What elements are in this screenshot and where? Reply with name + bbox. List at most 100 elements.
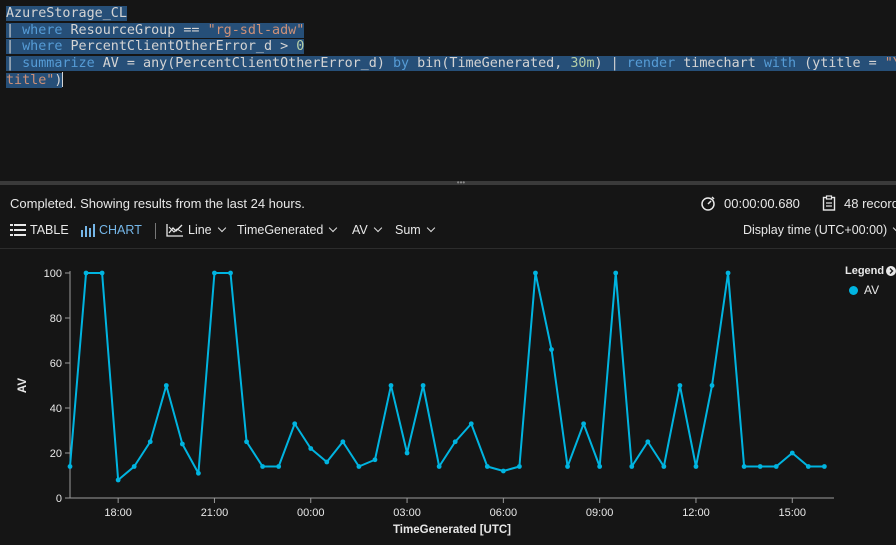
data-point[interactable] [228,270,233,276]
data-point[interactable] [677,383,683,388]
splitter-grip-icon[interactable]: ••• [454,179,468,187]
series-line-av[interactable] [69,272,825,481]
chart-type-dropdown[interactable]: Line [166,223,226,237]
x-axis-dropdown[interactable]: TimeGenerated [237,223,338,237]
data-point[interactable] [597,464,603,469]
data-point[interactable] [404,450,410,456]
code-selection: title") [6,72,63,88]
chart-tab-label: CHART [99,223,142,237]
y-tick-label: 0 [56,493,62,505]
pane-splitter[interactable]: ••• [0,179,896,187]
data-point[interactable] [212,270,217,276]
bar-chart-icon [81,223,95,237]
code-token: where [22,22,63,38]
data-point[interactable] [645,439,651,445]
code-token: bin(TimeGenerated, [409,55,571,71]
code-line[interactable]: | where ResourceGroup == "rg-sdl-adw" [6,22,896,40]
code-token: "Y new [884,55,896,71]
data-point[interactable] [773,464,779,469]
x-tick-label: 15:00 [779,507,807,519]
data-point[interactable] [549,347,554,352]
data-point[interactable] [468,421,474,427]
data-point[interactable] [99,270,105,276]
data-point[interactable] [789,450,795,456]
data-point[interactable] [757,464,763,469]
chart-type-label: Line [188,223,212,237]
code-token: | [6,39,23,55]
chart-tab[interactable]: CHART [81,223,142,237]
data-point[interactable] [484,464,490,469]
timechart[interactable]: 0 20 40 60 80 100 18:00 21:00 00:00 03:00 06:00 09:… [0,249,896,545]
data-point[interactable] [276,464,282,469]
legend-series-marker [849,285,858,295]
data-point[interactable] [147,439,153,445]
data-point[interactable] [324,459,330,465]
code-line[interactable]: AzureStorage_CL [6,6,896,23]
data-point[interactable] [821,464,827,469]
data-point[interactable] [725,270,731,276]
data-point[interactable] [741,464,747,469]
data-point[interactable] [517,464,522,469]
data-point[interactable] [629,464,635,469]
code-line[interactable]: title") [6,72,896,89]
data-point[interactable] [581,421,587,427]
code-selection: | summarize AV = any(PercentClientOtherE… [6,55,896,71]
data-point[interactable] [693,464,699,469]
data-point[interactable] [83,270,89,276]
y-tick-label: 20 [50,448,62,460]
data-point[interactable] [533,270,538,276]
data-point[interactable] [340,439,346,445]
code-line[interactable]: | summarize AV = any(PercentClientOtherE… [6,55,896,73]
data-point[interactable] [372,457,378,463]
data-point[interactable] [356,464,362,469]
x-tick-label: 18:00 [104,507,132,519]
data-point[interactable] [292,421,298,427]
legend-series-label: AV [864,283,880,297]
y-axis-label: AV [352,223,368,237]
data-point[interactable] [163,383,169,388]
x-axis-label: TimeGenerated [237,223,324,237]
data-point[interactable] [196,470,201,476]
data-point[interactable] [420,383,426,388]
table-icon [10,224,26,236]
data-point[interactable] [709,383,715,388]
code-selection: | where PercentClientOtherError_d > 0 [6,39,305,55]
data-point[interactable] [244,439,249,445]
y-tick-label: 40 [50,403,62,415]
code-selection: AzureStorage_CL [6,6,127,21]
y-axis-dropdown[interactable]: AV [352,223,382,237]
table-tab[interactable]: TABLE [10,223,69,237]
data-point[interactable] [565,464,570,469]
data-point[interactable] [436,464,442,469]
record-count-value: 48 records [844,195,896,211]
data-point[interactable] [452,439,458,445]
data-point[interactable] [67,464,73,469]
y-tick-label: 80 [50,313,62,325]
display-time-dropdown[interactable]: Display time (UTC+00:00) [743,223,896,237]
data-point[interactable] [500,468,506,474]
data-point[interactable] [131,464,137,469]
data-point[interactable] [115,477,121,483]
data-point[interactable] [260,464,266,469]
aggregation-dropdown[interactable]: Sum [395,223,435,237]
data-point[interactable] [179,441,185,447]
data-point[interactable] [308,446,314,451]
data-point[interactable] [613,270,619,276]
data-point[interactable] [805,464,811,469]
chevron-down-icon [373,223,382,233]
query-code[interactable]: AzureStorage_CL | where ResourceGroup == … [6,6,896,89]
chevron-down-icon [329,223,338,233]
code-line[interactable]: | where PercentClientOtherError_d > 0 [6,39,896,56]
y-tick-label: 100 [44,268,62,280]
legend-item-av[interactable]: AV [849,283,896,297]
code-token: by [392,55,410,71]
query-editor[interactable]: AzureStorage_CL | where ResourceGroup == … [0,0,896,181]
code-token: PercentClientOtherError_d > [62,39,297,55]
code-token: where [22,39,63,55]
legend-title[interactable]: Legend [845,265,896,277]
table-tab-label: TABLE [30,223,69,237]
data-point[interactable] [388,383,394,388]
code-token: | [6,55,23,71]
status-message: Completed. Showing results from the last… [10,196,305,211]
data-point[interactable] [661,464,667,469]
